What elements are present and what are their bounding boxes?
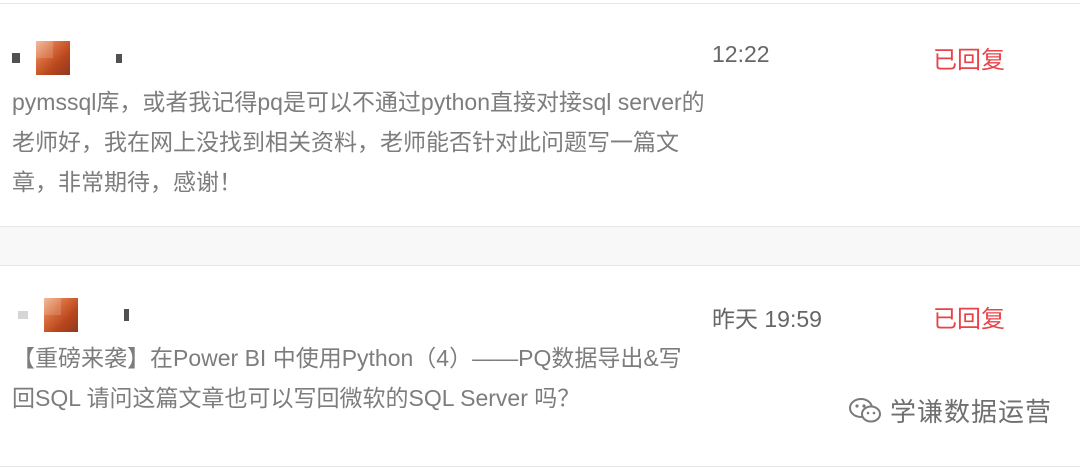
watermark: 学谦数据运营 (848, 392, 1052, 429)
comment-text: pymssql库，或者我记得pq是可以不通过python直接对接sql serv… (12, 89, 705, 195)
blurred-name-fragment (124, 309, 129, 321)
watermark-text: 学谦数据运营 (890, 397, 1053, 427)
avatar[interactable] (36, 41, 70, 75)
wechat-icon (849, 397, 881, 422)
comment-text: 【重磅来袭】在Power BI 中使用Python（4）——PQ数据导出&写回S… (12, 345, 682, 411)
commenter-name-1 (12, 40, 122, 76)
commenter-name-2 (12, 297, 129, 333)
comment-card-2: 昨天 19:59 已回复 【重磅来袭】在Power BI 中使用Python（4… (0, 265, 1080, 467)
comment-time: 12:22 (712, 41, 770, 67)
blurred-name-fragment (12, 53, 20, 63)
blurred-name-fragment (116, 53, 122, 63)
card-divider (0, 227, 1080, 265)
reply-status[interactable]: 已回复 (933, 299, 1005, 334)
comment-time: 昨天 19:59 (712, 306, 822, 332)
reply-status[interactable]: 已回复 (933, 40, 1005, 75)
blurred-name-fragment (18, 311, 28, 319)
avatar[interactable] (44, 298, 78, 332)
comment-card-1: 12:22 已回复 pymssql库，或者我记得pq是可以不通过python直接… (0, 3, 1080, 227)
